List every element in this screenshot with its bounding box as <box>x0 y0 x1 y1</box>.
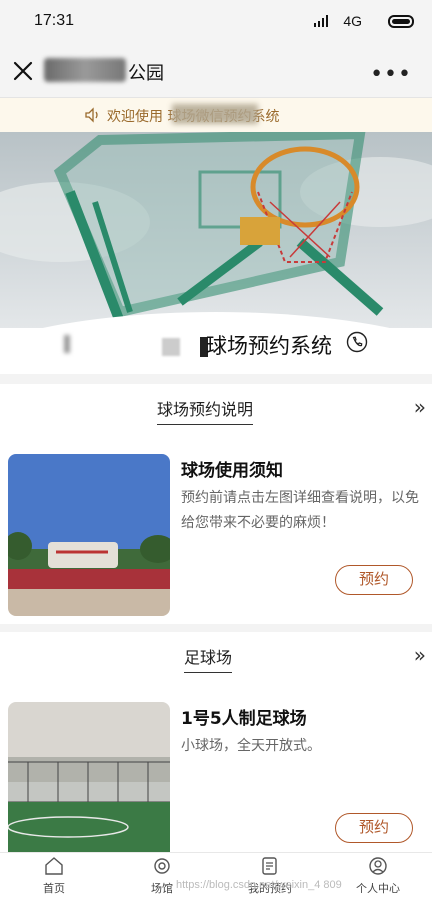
card-description: 小球场，全天开放式。 <box>181 738 321 754</box>
notice-banner: 欢迎使用 球场微信预约系统 <box>0 98 432 132</box>
tab-home[interactable]: 首页 <box>0 853 108 900</box>
card-title: 球场使用须知 <box>181 461 283 481</box>
tab-profile[interactable]: 个人中心 <box>324 853 432 900</box>
redacted-park-name <box>44 58 126 82</box>
battery-icon <box>388 15 414 28</box>
status-bar: 17:31 4G <box>0 0 432 44</box>
more-menu-icon[interactable]: ••• <box>370 62 412 87</box>
section-header: 足球场 » <box>0 632 432 680</box>
section-title: 球场预约说明 <box>157 396 254 425</box>
tab-venue[interactable]: 场馆 <box>108 853 216 900</box>
redacted-mark <box>64 335 70 353</box>
close-icon[interactable] <box>12 60 34 82</box>
signal-icon <box>314 15 328 27</box>
phone-icon[interactable] <box>346 331 368 353</box>
redacted-mark <box>162 338 180 356</box>
system-title: 球场预约系统 <box>206 334 332 358</box>
section-booking-instructions: 球场预约说明 » 球场使用须知 预约前请点击左图详细查看说明，以免给您带来不必要… <box>0 384 432 624</box>
chevron-right-icon[interactable]: » <box>414 395 426 419</box>
speaker-icon <box>85 107 98 123</box>
card-title: 1号5人制足球场 <box>181 709 307 729</box>
status-time: 17:31 <box>34 12 75 29</box>
section-header: 球场预约说明 » <box>0 384 432 432</box>
football-field-image[interactable] <box>8 702 170 852</box>
book-button[interactable]: 预约 <box>335 813 413 843</box>
venue-icon <box>154 858 170 874</box>
profile-icon <box>369 857 387 875</box>
network-type: 4G <box>343 13 362 29</box>
chevron-right-icon[interactable]: » <box>414 643 426 667</box>
page-title: 公园 <box>128 63 164 84</box>
park-gate-image[interactable] <box>8 454 170 616</box>
hero-banner[interactable]: 球场预约系统 <box>0 132 432 374</box>
section-title: 足球场 <box>184 644 233 673</box>
bottom-tab-bar: 首页 场馆 我的预约 个人中心 <box>0 852 432 900</box>
card-description: 预约前请点击左图详细查看说明，以免给您带来不必要的麻烦！ <box>181 490 419 531</box>
nav-bar: 公园 ••• <box>0 44 432 98</box>
home-icon <box>45 857 63 875</box>
reservation-icon <box>262 857 277 875</box>
redacted-text <box>172 104 258 124</box>
book-button[interactable]: 预约 <box>335 565 413 595</box>
tab-label: 首页 <box>43 882 65 895</box>
watermark-text: https://blog.csdn.net/weixin_4 809 <box>176 879 342 891</box>
section-football-field: 足球场 » 1号5人制足球场 小球场，全天开放式。 预约 <box>0 632 432 852</box>
tab-my-reservations[interactable]: 我的预约 <box>216 853 324 900</box>
